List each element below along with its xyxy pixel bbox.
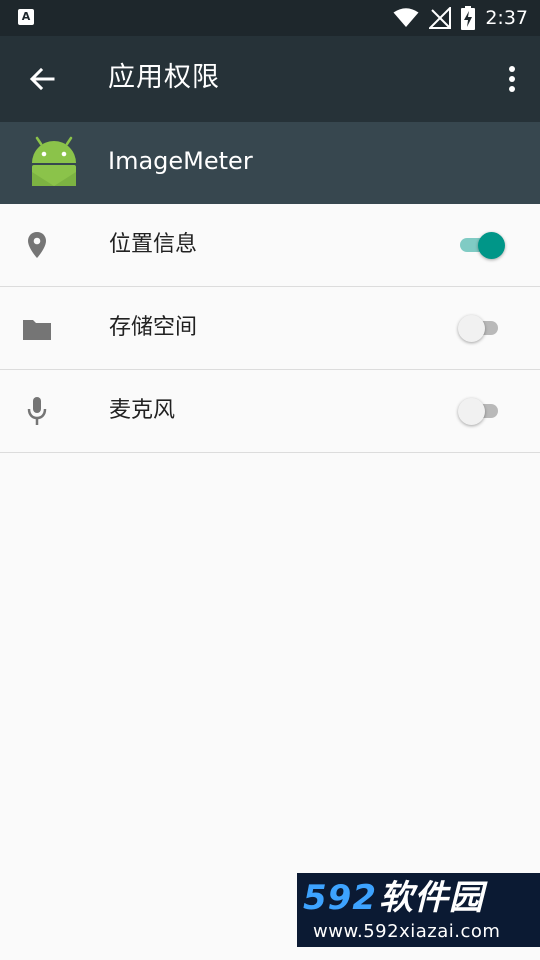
- toggle-thumb: [458, 398, 485, 425]
- watermark-name: 软件园: [378, 878, 484, 918]
- permission-row-microphone[interactable]: 麦克风: [0, 370, 540, 453]
- toggle-thumb: [478, 232, 505, 259]
- permission-label: 位置信息: [109, 232, 198, 257]
- location-toggle[interactable]: [460, 232, 505, 259]
- notification-a-icon: A: [18, 9, 34, 25]
- permission-row-storage[interactable]: 存储空间: [0, 287, 540, 370]
- status-icons: 2:37: [393, 0, 528, 36]
- location-pin-icon: [28, 232, 46, 258]
- page-title: 应用权限: [108, 62, 220, 93]
- watermark-number: 592: [303, 878, 377, 918]
- android-icon: [32, 136, 76, 186]
- permission-label: 麦克风: [109, 398, 176, 423]
- watermark-url: www.592xiazai.com: [313, 921, 501, 942]
- status-time: 2:37: [485, 7, 528, 29]
- permission-label: 存储空间: [109, 315, 198, 340]
- wifi-icon: [393, 8, 419, 27]
- watermark-title: 592软件园: [303, 879, 484, 917]
- microphone-icon: [27, 397, 47, 425]
- folder-icon: [23, 320, 51, 340]
- app-bar: 应用权限: [0, 36, 540, 122]
- toggle-thumb: [458, 315, 485, 342]
- microphone-toggle[interactable]: [458, 398, 500, 425]
- watermark-logo: 592软件园 www.592xiazai.com: [297, 873, 540, 947]
- storage-toggle[interactable]: [458, 315, 500, 342]
- battery-charging-icon: [461, 6, 476, 30]
- app-header: ImageMeter: [0, 122, 540, 204]
- arrow-back-icon[interactable]: [26, 63, 58, 95]
- status-bar: A 2:37: [0, 0, 540, 36]
- permission-row-location[interactable]: 位置信息: [0, 204, 540, 287]
- no-signal-icon: [429, 7, 452, 29]
- app-name: ImageMeter: [108, 147, 253, 175]
- more-vert-icon[interactable]: [502, 64, 522, 94]
